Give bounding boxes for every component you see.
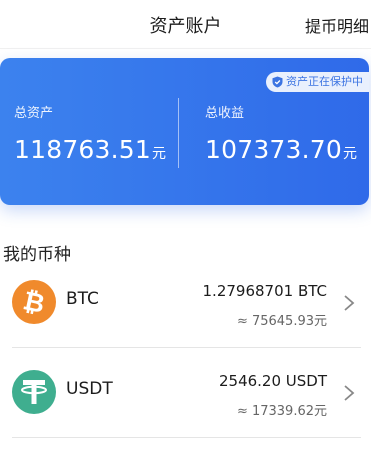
coin-cny-value: ≈ 17339.62元 (236, 404, 327, 419)
card-divider (178, 98, 179, 168)
total-income-value-wrap: 107373.70元 (205, 135, 357, 164)
total-assets-unit: 元 (152, 146, 167, 162)
tether-glyph (21, 380, 47, 404)
coin-row-usdt[interactable]: USDT 2546.20 USDT ≈ 17339.62元 (0, 348, 371, 438)
total-assets-block: 总资产 118763.51元 (14, 102, 166, 164)
coin-amount: 1.27968701 BTC (202, 282, 327, 300)
total-assets-value-wrap: 118763.51元 (14, 135, 166, 164)
coin-symbol: USDT (66, 379, 113, 399)
svg-text:₿: ₿ (20, 286, 47, 320)
total-income-label: 总收益 (205, 106, 245, 121)
protection-badge-label: 资产正在保护中 (286, 75, 363, 88)
header-divider (0, 48, 371, 49)
top-nav-bar: 资产账户 提币明细 (0, 0, 371, 48)
total-income-unit: 元 (343, 146, 358, 162)
protection-badge: 资产正在保护中 (266, 72, 369, 92)
tether-icon (12, 370, 56, 414)
chevron-right-icon (344, 295, 355, 311)
coin-amount: 2546.20 USDT (218, 372, 327, 390)
asset-summary-card: 资产正在保护中 总资产 118763.51元 总收益 107373.70元 (0, 58, 369, 205)
withdraw-details-link[interactable]: 提币明细 (305, 13, 369, 37)
total-assets-label: 总资产 (14, 106, 54, 121)
chevron-right-icon (344, 385, 355, 401)
bitcoin-icon: ₿ (12, 280, 56, 324)
total-income-block: 总收益 107373.70元 (205, 102, 357, 164)
coin-row-btc[interactable]: ₿ BTC 1.27968701 BTC ≈ 75645.93元 (0, 258, 371, 348)
bitcoin-glyph: ₿ (20, 286, 47, 320)
coin-cny-value: ≈ 75645.93元 (236, 314, 327, 329)
row-divider (12, 437, 361, 438)
total-assets-value: 118763.51 (14, 135, 151, 164)
coin-symbol: BTC (66, 289, 99, 309)
total-income-value: 107373.70 (205, 135, 342, 164)
shield-icon (272, 76, 283, 88)
